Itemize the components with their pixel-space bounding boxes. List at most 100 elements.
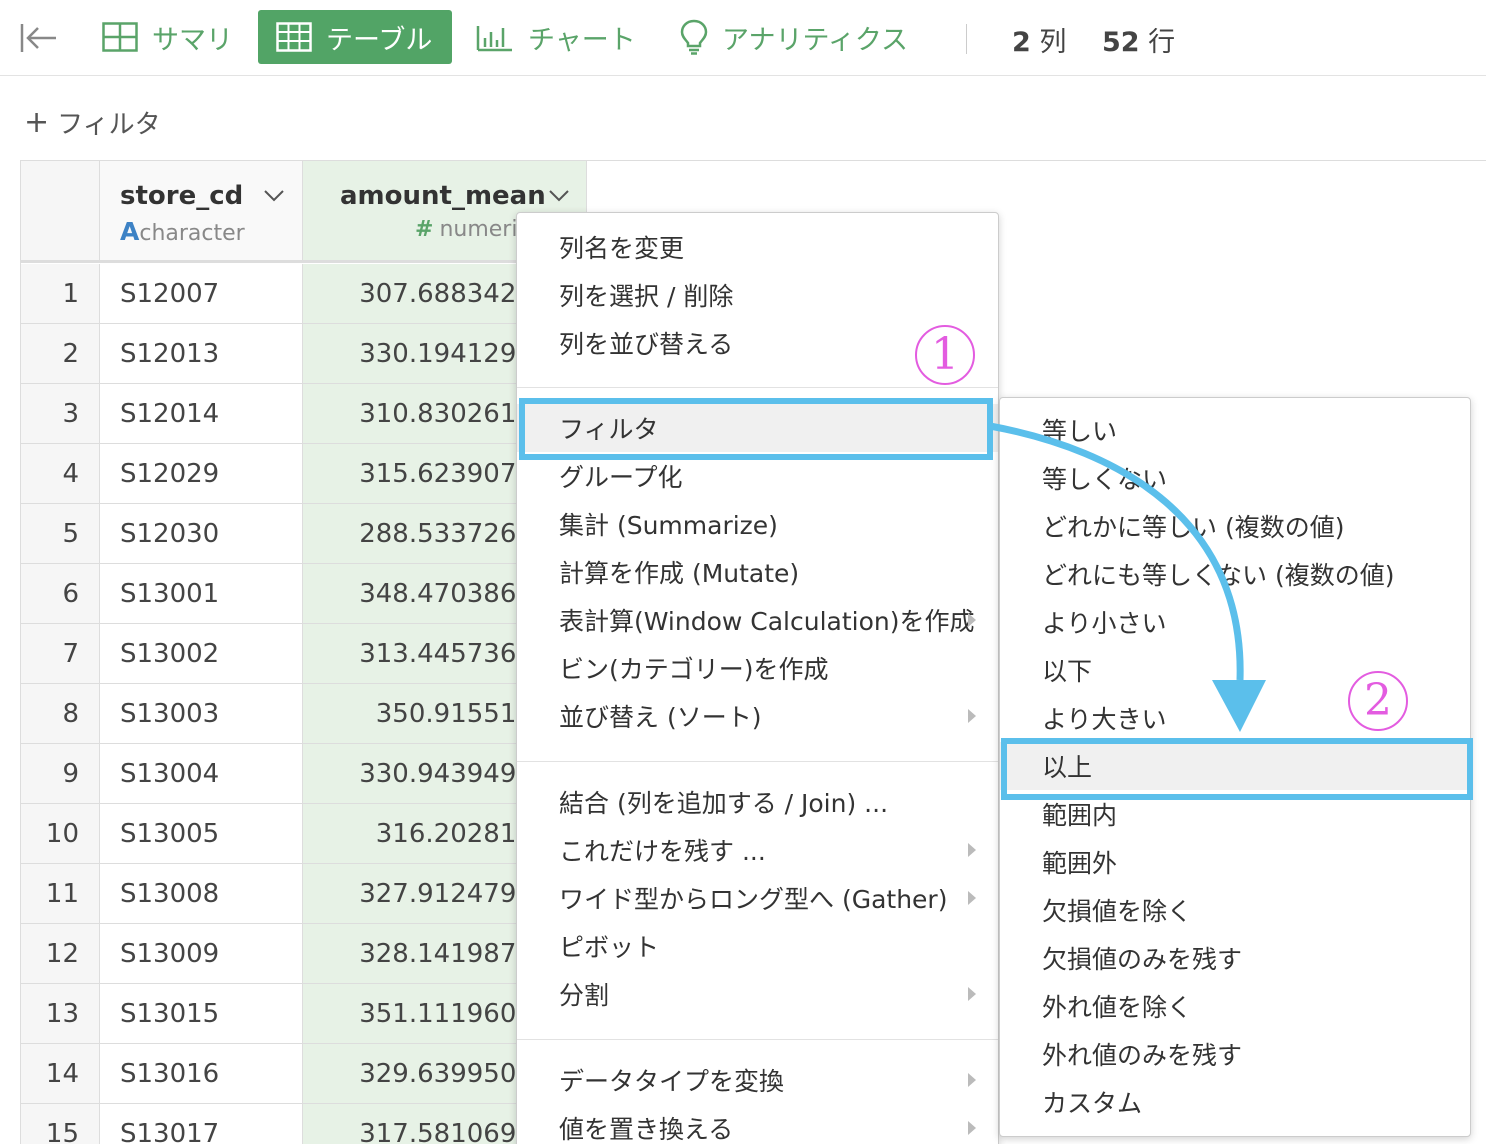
column-count: 2 列 — [1012, 20, 1066, 59]
menu-item-replace-values[interactable]: 値を置き換える — [517, 1104, 998, 1144]
cell-store-cd[interactable]: S13009 — [100, 924, 303, 984]
menu-item-join[interactable]: 結合 (列を追加する / Join) ... — [517, 778, 998, 826]
menu-item-keep-only[interactable]: これだけを残す ... — [517, 826, 998, 874]
row-index[interactable]: 2 — [21, 324, 100, 384]
filter-not-between[interactable]: 範囲外 — [1000, 838, 1470, 886]
menu-item-label: ビン(カテゴリー)を作成 — [559, 655, 829, 684]
step-1-marker: 1 — [915, 325, 975, 385]
table-row: 1 S12007 307.688342967 — [21, 264, 587, 324]
submenu-item-label: どれにも等しくない (複数の値) — [1042, 561, 1395, 590]
cell-store-cd[interactable]: S12013 — [100, 324, 303, 384]
row-index[interactable]: 11 — [21, 864, 100, 924]
submenu-item-label: 以上 — [1042, 753, 1093, 782]
cell-store-cd[interactable]: S13001 — [100, 564, 303, 624]
menu-divider — [517, 1039, 998, 1040]
menu-item-summarize[interactable]: 集計 (Summarize) — [517, 500, 998, 548]
row-index[interactable]: 9 — [21, 744, 100, 804]
chevron-down-icon[interactable] — [548, 189, 570, 203]
table-row: 10 S13005 316.20281124 — [21, 804, 587, 864]
menu-item-select-remove-columns[interactable]: 列を選択 / 削除 — [517, 271, 998, 319]
filter-remove-outliers[interactable]: 外れ値を除く — [1000, 982, 1470, 1030]
add-filter-button[interactable]: + フィルタ — [24, 104, 161, 141]
row-index[interactable]: 8 — [21, 684, 100, 744]
table-row: 6 S13001 348.470386266 — [21, 564, 587, 624]
submenu-item-label: より小さい — [1042, 609, 1167, 638]
menu-item-mutate[interactable]: 計算を作成 (Mutate) — [517, 548, 998, 596]
menu-item-gather[interactable]: ワイド型からロング型へ (Gather) — [517, 874, 998, 922]
cell-store-cd[interactable]: S13016 — [100, 1044, 303, 1104]
menu-item-create-bins[interactable]: ビン(カテゴリー)を作成 — [517, 644, 998, 692]
filter-greater-than-or-equal[interactable]: 以上 — [1000, 742, 1470, 790]
cell-store-cd[interactable]: S13004 — [100, 744, 303, 804]
menu-item-sort[interactable]: 並び替え (ソート) — [517, 692, 998, 740]
table-row: 4 S12029 315.623907863 — [21, 444, 587, 504]
row-index[interactable]: 12 — [21, 924, 100, 984]
filter-keep-outliers[interactable]: 外れ値のみを残す — [1000, 1030, 1470, 1078]
filter-between[interactable]: 範囲内 — [1000, 790, 1470, 838]
row-index[interactable]: 13 — [21, 984, 100, 1044]
cell-store-cd[interactable]: S13003 — [100, 684, 303, 744]
cell-store-cd[interactable]: S12029 — [100, 444, 303, 504]
cell-store-cd[interactable]: S13017 — [100, 1104, 303, 1144]
filter-keep-na[interactable]: 欠損値のみを残す — [1000, 934, 1470, 982]
row-index[interactable]: 14 — [21, 1044, 100, 1104]
filter-less-than[interactable]: より小さい — [1000, 598, 1470, 646]
submenu-item-label: 等しい — [1042, 417, 1118, 446]
row-index[interactable]: 10 — [21, 804, 100, 864]
cell-store-cd[interactable]: S13005 — [100, 804, 303, 864]
cell-store-cd[interactable]: S13008 — [100, 864, 303, 924]
cell-store-cd[interactable]: S13015 — [100, 984, 303, 1044]
row-count-value: 52 — [1102, 27, 1140, 58]
column-header-store-cd[interactable]: store_cd Acharacter — [100, 161, 303, 263]
menu-item-label: 並び替え (ソート) — [559, 703, 762, 732]
row-index[interactable]: 7 — [21, 624, 100, 684]
menu-item-label: 集計 (Summarize) — [559, 511, 778, 540]
table-row: 3 S12014 310.830261465 — [21, 384, 587, 444]
column-type: # numeri — [415, 217, 517, 242]
summary-grid-icon — [102, 22, 138, 52]
collapse-left-icon[interactable] — [20, 18, 60, 58]
row-count-unit: 行 — [1148, 27, 1176, 58]
menu-item-rename-column[interactable]: 列名を変更 — [517, 223, 998, 271]
menu-item-label: ワイド型からロング型へ (Gather) — [559, 885, 948, 914]
menu-item-window-calculation[interactable]: 表計算(Window Calculation)を作成 — [517, 596, 998, 644]
filter-not-equal-to[interactable]: 等しくない — [1000, 454, 1470, 502]
tab-summary-label: サマリ — [152, 24, 233, 56]
cell-store-cd[interactable]: S12030 — [100, 504, 303, 564]
tab-analytics[interactable]: アナリティクス — [680, 10, 908, 64]
cell-store-cd[interactable]: S12014 — [100, 384, 303, 444]
tab-chart[interactable]: チャート — [476, 10, 636, 64]
tab-chart-label: チャート — [528, 24, 636, 56]
row-index[interactable]: 3 — [21, 384, 100, 444]
filter-remove-na[interactable]: 欠損値を除く — [1000, 886, 1470, 934]
column-name: store_cd — [120, 181, 244, 211]
menu-item-label: 計算を作成 (Mutate) — [559, 559, 800, 588]
table-row: 5 S12030 288.533726812 — [21, 504, 587, 564]
character-type-icon: A — [120, 217, 140, 246]
filter-not-equal-to-any[interactable]: どれにも等しくない (複数の値) — [1000, 550, 1470, 598]
tab-table[interactable]: テーブル — [258, 10, 452, 64]
filter-custom[interactable]: カスタム — [1000, 1078, 1470, 1126]
menu-item-label: 列を選択 / 削除 — [559, 282, 734, 311]
menu-item-pivot[interactable]: ピボット — [517, 922, 998, 970]
submenu-item-label: カスタム — [1042, 1089, 1143, 1118]
filter-equal-to[interactable]: 等しい — [1000, 406, 1470, 454]
row-index[interactable]: 15 — [21, 1104, 100, 1144]
tab-summary[interactable]: サマリ — [102, 10, 233, 64]
menu-item-filter[interactable]: フィルタ — [517, 404, 998, 452]
menu-item-convert-data-type[interactable]: データタイプを変換 — [517, 1056, 998, 1104]
row-index[interactable]: 5 — [21, 504, 100, 564]
table-row: 15 S13017 317.581069609 — [21, 1104, 587, 1144]
row-index[interactable]: 4 — [21, 444, 100, 504]
menu-item-group-by[interactable]: グループ化 — [517, 452, 998, 500]
cell-store-cd[interactable]: S13002 — [100, 624, 303, 684]
menu-item-split[interactable]: 分割 — [517, 970, 998, 1018]
row-index[interactable]: 6 — [21, 564, 100, 624]
chevron-down-icon[interactable] — [263, 189, 285, 203]
filter-equal-to-any[interactable]: どれかに等しい (複数の値) — [1000, 502, 1470, 550]
table-icon — [276, 22, 312, 52]
row-index[interactable]: 1 — [21, 264, 100, 324]
submenu-item-label: 範囲外 — [1042, 849, 1118, 878]
submenu-item-label: 外れ値のみを残す — [1042, 1041, 1243, 1070]
cell-store-cd[interactable]: S12007 — [100, 264, 303, 324]
